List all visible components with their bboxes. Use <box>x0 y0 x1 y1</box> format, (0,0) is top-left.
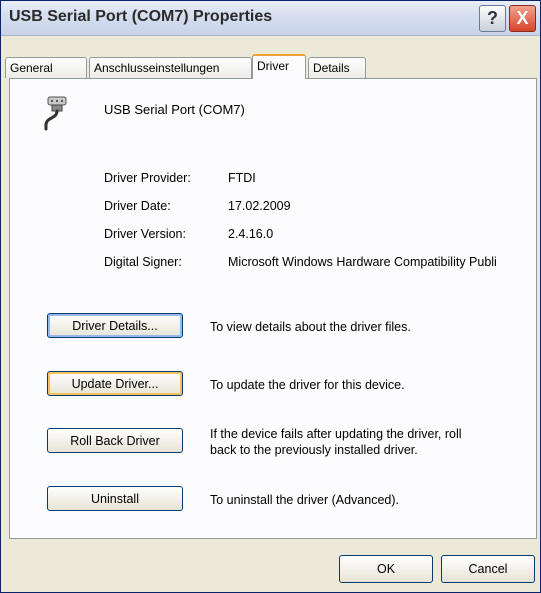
driver-tab-panel: USB Serial Port (COM7) Driver Provider: … <box>9 78 537 539</box>
tab-driver[interactable]: Driver <box>252 54 306 79</box>
window-title: USB Serial Port (COM7) Properties <box>9 8 273 25</box>
driver-version-value: 2.4.16.0 <box>228 227 274 241</box>
driver-provider-value: FTDI <box>228 171 256 185</box>
help-icon: ? <box>487 8 498 28</box>
uninstall-button[interactable]: Uninstall <box>47 486 183 511</box>
roll-back-description-line2: back to the previously installed driver. <box>210 443 418 457</box>
driver-version-label: Driver Version: <box>104 227 186 241</box>
device-name: USB Serial Port (COM7) <box>104 102 245 117</box>
uninstall-description: To uninstall the driver (Advanced). <box>210 493 399 507</box>
digital-signer-value: Microsoft Windows Hardware Compatibility… <box>228 255 497 269</box>
ok-button[interactable]: OK <box>339 555 433 583</box>
roll-back-description-line1: If the device fails after updating the d… <box>210 427 462 441</box>
driver-date-label: Driver Date: <box>104 199 171 213</box>
tab-anschlusseinstellungen[interactable]: Anschlusseinstellungen <box>89 57 252 78</box>
driver-details-button[interactable]: Driver Details... <box>47 313 183 338</box>
digital-signer-label: Digital Signer: <box>104 255 182 269</box>
tab-details[interactable]: Details <box>308 57 366 78</box>
tab-general[interactable]: General <box>5 57 87 78</box>
cancel-button[interactable]: Cancel <box>441 555 535 583</box>
serial-port-icon <box>44 96 67 131</box>
driver-date-value: 17.02.2009 <box>228 199 291 213</box>
update-driver-description: To update the driver for this device. <box>210 378 405 392</box>
close-icon: X <box>516 8 529 28</box>
properties-dialog: USB Serial Port (COM7) Properties ? X Ge… <box>0 0 541 593</box>
help-button[interactable]: ? <box>479 5 506 32</box>
driver-details-description: To view details about the driver files. <box>210 320 411 334</box>
title-bar[interactable]: USB Serial Port (COM7) Properties ? X <box>1 1 540 36</box>
driver-provider-label: Driver Provider: <box>104 171 191 185</box>
update-driver-button[interactable]: Update Driver... <box>47 371 183 396</box>
close-button[interactable]: X <box>509 5 536 32</box>
roll-back-driver-button[interactable]: Roll Back Driver <box>47 428 183 453</box>
